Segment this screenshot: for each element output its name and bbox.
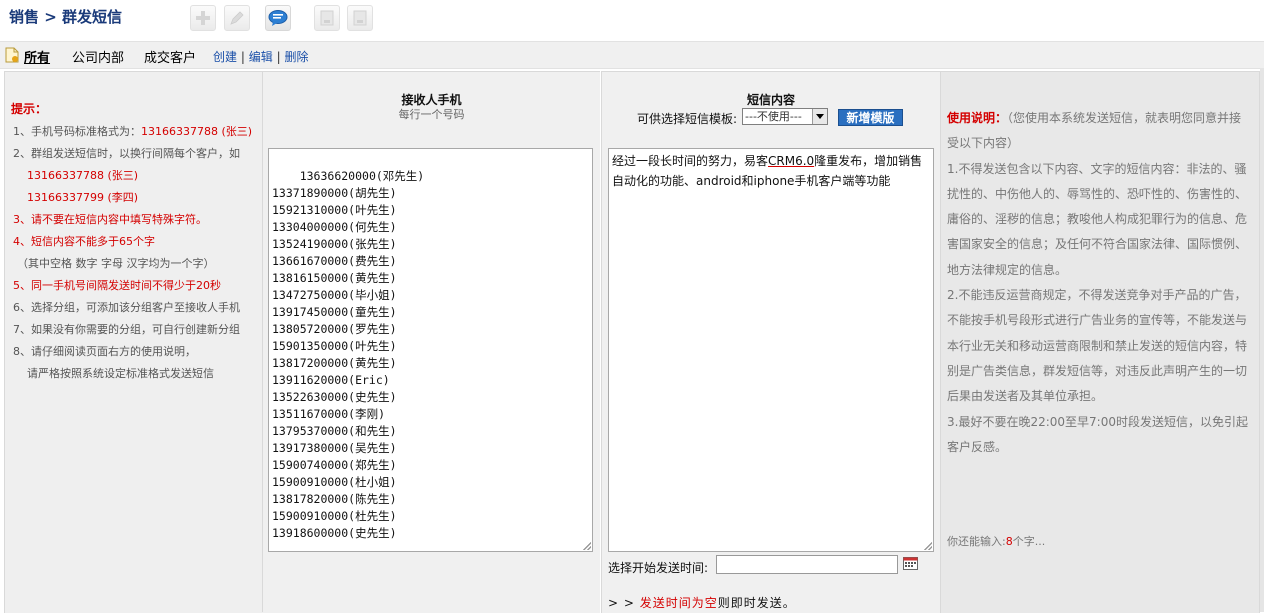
template-select-value: ---不使用--- bbox=[745, 110, 802, 123]
usage-rule-2: 2.不能违反运营商规定，不得发送竞争对手产品的广告，不能按手机号段形式进行广告业… bbox=[947, 288, 1248, 404]
filter-internal[interactable]: 公司内部 bbox=[72, 47, 124, 66]
tip-4-note: （其中空格 数字 字母 汉字均为一个字） bbox=[17, 257, 215, 270]
resize-handle[interactable] bbox=[924, 542, 932, 550]
tip-1: 1、手机号码标准格式为：13166337788 (张三) bbox=[13, 123, 252, 139]
sms-content-textarea[interactable]: 经过一段长时间的努力，易客CRM6.0隆重发布，增加销售自动化的功能、andro… bbox=[608, 148, 934, 552]
tip-2-example-2: 13166337799 (李四) bbox=[27, 191, 139, 204]
send-sms-button[interactable] bbox=[265, 5, 291, 31]
receivers-list: 13636620000(邓先生) 13371890000(胡先生) 159213… bbox=[272, 169, 425, 540]
sms-content-part1: 经过一段长时间的努力，易客 bbox=[612, 154, 769, 168]
chevron-down-icon[interactable] bbox=[812, 109, 827, 124]
resize-handle[interactable] bbox=[583, 542, 591, 550]
filter-closed-customers[interactable]: 成交客户 bbox=[144, 47, 196, 66]
separator: | bbox=[276, 50, 281, 64]
tip-4: 4、短信内容不能多于65个字 bbox=[13, 235, 155, 248]
note-highlight: 发送时间为空 bbox=[639, 596, 718, 610]
tips-panel: 提示： 1、手机号码标准格式为：13166337788 (张三) 2、群组发送短… bbox=[4, 71, 264, 613]
export-icon bbox=[320, 10, 334, 26]
tip-1-text: 1、手机号码标准格式为： bbox=[13, 125, 141, 138]
usage-text: 使用说明：（您使用本系统发送短信，就表明您同意并接受以下内容） 1.不得发送包含… bbox=[947, 106, 1253, 460]
remaining-count: 8 bbox=[1005, 535, 1013, 548]
add-button[interactable] bbox=[190, 5, 216, 31]
receivers-textarea[interactable]: 13636620000(邓先生) 13371890000(胡先生) 159213… bbox=[268, 148, 593, 552]
tip-8-note: 请严格按照系统设定标准格式发送短信 bbox=[27, 367, 214, 380]
separator: | bbox=[240, 50, 245, 64]
remaining-label: 你还能输入: bbox=[947, 535, 1006, 548]
tip-7: 7、如果没有你需要的分组，可自行创建新分组 bbox=[13, 323, 240, 336]
page-title: 销售 > 群发短信 bbox=[9, 8, 123, 26]
send-time-label: 选择开始发送时间: bbox=[608, 561, 709, 575]
group-actions: 创建 | 编辑 | 删除 bbox=[213, 48, 308, 65]
send-time-input[interactable] bbox=[716, 555, 898, 574]
import-icon bbox=[353, 10, 367, 26]
sms-title: 短信内容 bbox=[746, 93, 795, 107]
header: 销售 > 群发短信 bbox=[0, 0, 1264, 40]
import-button[interactable] bbox=[347, 5, 373, 31]
usage-rule-1: 1.不得发送包含以下内容、文字的短信内容：非法的、骚扰性的、中伤他人的、辱骂性的… bbox=[947, 161, 1248, 277]
receivers-subtitle: 每行一个号码 bbox=[398, 108, 465, 121]
edit-button[interactable] bbox=[224, 5, 250, 31]
tips-heading: 提示： bbox=[11, 102, 48, 116]
receivers-panel: 接收人手机 每行一个号码 13636620000(邓先生) 1337189000… bbox=[263, 71, 600, 613]
tip-2-example-1: 13166337788 (张三) bbox=[27, 169, 139, 182]
note-prefix: > > bbox=[608, 596, 640, 610]
template-select[interactable]: ---不使用--- bbox=[742, 108, 828, 125]
usage-rule-3: 3.最好不要在晚22:00至早7:00时段发送短信，以免引起客户反感。 bbox=[947, 414, 1248, 454]
edit-icon bbox=[229, 10, 245, 26]
tip-2: 2、群组发送短信时，以换行间隔每个客户，如 bbox=[13, 147, 240, 160]
note-suffix: 则即时发送。 bbox=[717, 596, 796, 610]
scrollbar[interactable] bbox=[1260, 68, 1264, 612]
tip-5: 5、同一手机号间隔发送时间不得少于20秒 bbox=[13, 279, 221, 292]
chat-icon bbox=[268, 9, 288, 27]
usage-label: 使用说明： bbox=[947, 111, 1008, 125]
create-group-link[interactable]: 创建 bbox=[213, 50, 237, 64]
filter-all[interactable]: 所有 bbox=[24, 47, 50, 66]
document-icon bbox=[5, 47, 19, 66]
remaining-chars: 你还能输入:8个字... bbox=[947, 533, 1045, 549]
tip-8: 8、请仔细阅读页面右方的使用说明， bbox=[13, 345, 196, 358]
template-label: 可供选择短信模板: bbox=[637, 112, 738, 126]
calendar-icon[interactable] bbox=[903, 556, 918, 573]
edit-group-link[interactable]: 编辑 bbox=[249, 50, 273, 64]
export-button[interactable] bbox=[314, 5, 340, 31]
filter-bar: 所有 公司内部 成交客户 创建 | 编辑 | 删除 bbox=[0, 41, 1264, 69]
new-template-button[interactable]: 新增模版 bbox=[838, 109, 903, 126]
send-time-note: > > 发送时间为空则即时发送。 bbox=[608, 594, 796, 611]
tip-6: 6、选择分组，可添加该分组客户至接收人手机 bbox=[13, 301, 240, 314]
delete-group-link[interactable]: 删除 bbox=[284, 50, 308, 64]
sms-panel: 短信内容 可供选择短信模板: ---不使用--- 新增模版 经过一段长时间的努力… bbox=[601, 71, 940, 613]
usage-panel: 使用说明：（您使用本系统发送短信，就表明您同意并接受以下内容） 1.不得发送包含… bbox=[940, 71, 1260, 613]
remaining-suffix: 个字... bbox=[1012, 535, 1046, 548]
add-icon bbox=[195, 10, 211, 26]
sms-content-product: CRM6.0 bbox=[768, 154, 815, 168]
tip-1-example: 13166337788 (张三) bbox=[141, 125, 253, 138]
tip-3: 3、请不要在短信内容中填写特殊字符。 bbox=[13, 213, 207, 226]
